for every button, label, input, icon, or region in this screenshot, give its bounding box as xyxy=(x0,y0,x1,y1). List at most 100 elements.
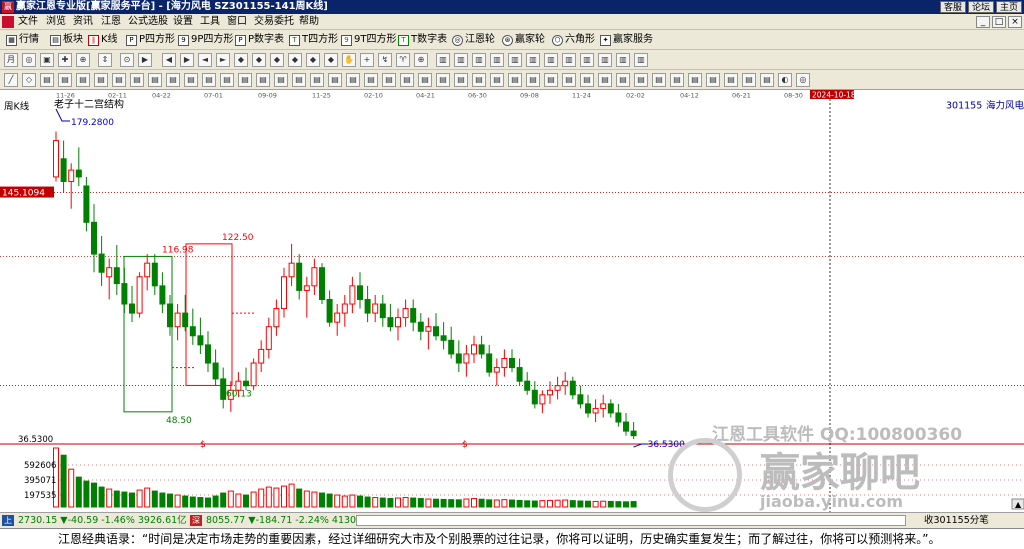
restore-button[interactable]: □ xyxy=(992,16,1006,28)
tool-17-icon[interactable]: ◆ xyxy=(306,53,320,67)
tool-21-icon[interactable]: ↯ xyxy=(378,53,392,67)
menu-gann[interactable]: 江恩 xyxy=(101,14,121,30)
toolbar-t-square-button[interactable]: T T四方形 xyxy=(289,33,338,47)
menu-help[interactable]: 帮助 xyxy=(299,14,319,30)
menu-window[interactable]: 窗口 xyxy=(227,14,247,30)
toolbar-winner-wheel-button[interactable]: ⊛ 赢家轮 xyxy=(502,33,545,47)
tool-b22-icon[interactable]: ▤ xyxy=(382,73,396,87)
tool-30-icon[interactable]: ▥ xyxy=(544,53,558,67)
toolbar-p-square-button[interactable]: P P四方形 xyxy=(126,33,175,47)
menu-logo-icon[interactable] xyxy=(2,16,14,28)
line-tool-icon[interactable]: ╱ xyxy=(4,73,18,87)
tool-b6-icon[interactable]: ▤ xyxy=(94,73,108,87)
tool-32-icon[interactable]: ▥ xyxy=(580,53,594,67)
tool-b27-icon[interactable]: ▤ xyxy=(472,73,486,87)
tool-b2-icon[interactable]: ◇ xyxy=(22,73,36,87)
tool-b39-icon[interactable]: ▤ xyxy=(688,73,702,87)
tool-b31-icon[interactable]: ▤ xyxy=(544,73,558,87)
toolbar-9t-square-button[interactable]: 9 9T四方形 xyxy=(341,33,396,47)
tool-24-icon[interactable]: ▥ xyxy=(436,53,450,67)
menu-news[interactable]: 资讯 xyxy=(73,14,93,30)
menu-trade[interactable]: 交易委托 xyxy=(254,14,294,30)
toolbar-p-table-button[interactable]: P P数字表 xyxy=(235,33,284,47)
tool-11-icon[interactable]: ◄ xyxy=(198,53,212,67)
period-icon[interactable]: 月 xyxy=(4,53,18,67)
tool-b20-icon[interactable]: ▤ xyxy=(346,73,360,87)
tool-35-icon[interactable]: ▥ xyxy=(634,53,648,67)
tool-15-icon[interactable]: ◆ xyxy=(270,53,284,67)
crosshair-icon[interactable]: + xyxy=(360,53,374,67)
tool-b30-icon[interactable]: ▤ xyxy=(526,73,540,87)
tool-34-icon[interactable]: ▥ xyxy=(616,53,630,67)
tool-b14-icon[interactable]: ▤ xyxy=(238,73,252,87)
tool-12-icon[interactable]: ► xyxy=(216,53,230,67)
tool-13-icon[interactable]: ◆ xyxy=(234,53,248,67)
tool-27-icon[interactable]: ▥ xyxy=(490,53,504,67)
tool-b15-icon[interactable]: ▤ xyxy=(256,73,270,87)
tool-8-icon[interactable]: ▶ xyxy=(138,53,152,67)
tool-b7-icon[interactable]: ▤ xyxy=(112,73,126,87)
tool-b45-icon[interactable]: ◎ xyxy=(796,73,810,87)
tool-b42-icon[interactable]: ▤ xyxy=(742,73,756,87)
tool-b32-icon[interactable]: ▤ xyxy=(562,73,576,87)
horizontal-scrollbar[interactable] xyxy=(356,515,906,526)
tool-b3-icon[interactable]: ▤ xyxy=(40,73,54,87)
tool-18-icon[interactable]: ◆ xyxy=(324,53,338,67)
tool-b12-icon[interactable]: ▤ xyxy=(202,73,216,87)
menu-tools[interactable]: 工具 xyxy=(200,14,220,30)
tool-b41-icon[interactable]: ▤ xyxy=(724,73,738,87)
tool-2-icon[interactable]: ◎ xyxy=(22,53,36,67)
tool-b5-icon[interactable]: ▤ xyxy=(76,73,90,87)
toolbar-t-table-button[interactable]: T T数字表 xyxy=(398,33,447,47)
minimize-button[interactable]: _ xyxy=(976,16,990,28)
tool-b25-icon[interactable]: ▤ xyxy=(436,73,450,87)
tool-29-icon[interactable]: ▥ xyxy=(526,53,540,67)
tool-b37-icon[interactable]: ▤ xyxy=(652,73,666,87)
tool-b10-icon[interactable]: ▤ xyxy=(166,73,180,87)
tool-b38-icon[interactable]: ▤ xyxy=(670,73,684,87)
tool-b29-icon[interactable]: ▤ xyxy=(508,73,522,87)
tool-26-icon[interactable]: ▥ xyxy=(472,53,486,67)
tool-5-icon[interactable]: ⊕ xyxy=(76,53,90,67)
tool-4-icon[interactable]: ✚ xyxy=(58,53,72,67)
tool-b24-icon[interactable]: ▤ xyxy=(418,73,432,87)
tool-b11-icon[interactable]: ▤ xyxy=(184,73,198,87)
menu-settings[interactable]: 设置 xyxy=(173,14,193,30)
menu-browse[interactable]: 浏览 xyxy=(46,14,66,30)
sh-index-icon[interactable]: 上 xyxy=(2,515,14,526)
tool-b19-icon[interactable]: ▤ xyxy=(328,73,342,87)
tool-6-icon[interactable]: ⇕ xyxy=(98,53,112,67)
toolbar-gann-wheel-button[interactable]: ◎ 江恩轮 xyxy=(452,33,495,47)
tool-b23-icon[interactable]: ▤ xyxy=(400,73,414,87)
tool-25-icon[interactable]: ▥ xyxy=(454,53,468,67)
tool-b16-icon[interactable]: ▤ xyxy=(274,73,288,87)
tool-b26-icon[interactable]: ▤ xyxy=(454,73,468,87)
toolbar-service-button[interactable]: ✦ 赢家服务 xyxy=(600,33,653,47)
menu-file[interactable]: 文件 xyxy=(18,14,38,30)
link-home[interactable]: 主页 xyxy=(995,1,1022,13)
tool-b36-icon[interactable]: ▤ xyxy=(634,73,648,87)
tool-b17-icon[interactable]: ▤ xyxy=(292,73,306,87)
tool-33-icon[interactable]: ▥ xyxy=(598,53,612,67)
toolbar-9p-square-button[interactable]: 9 9P四方形 xyxy=(178,33,233,47)
tool-b43-icon[interactable]: ▤ xyxy=(760,73,774,87)
tool-b4-icon[interactable]: ▤ xyxy=(58,73,72,87)
link-customer-service[interactable]: 客服 xyxy=(939,1,966,13)
tool-28-icon[interactable]: ▥ xyxy=(508,53,522,67)
toolbar-kline-button[interactable]: ∥ K线 xyxy=(88,33,118,47)
tool-b44-icon[interactable]: ◐ xyxy=(778,73,792,87)
hand-tool-icon[interactable]: ✋ xyxy=(342,53,356,67)
tool-b28-icon[interactable]: ▤ xyxy=(490,73,504,87)
menu-formula[interactable]: 公式选股 xyxy=(128,14,168,30)
tool-b8-icon[interactable]: ▤ xyxy=(130,73,144,87)
tool-b21-icon[interactable]: ▤ xyxy=(364,73,378,87)
link-forum[interactable]: 论坛 xyxy=(967,1,994,13)
tool-14-icon[interactable]: ◆ xyxy=(252,53,266,67)
tool-b40-icon[interactable]: ▤ xyxy=(706,73,720,87)
tool-16-icon[interactable]: ◆ xyxy=(288,53,302,67)
tool-7-icon[interactable]: ⊙ xyxy=(120,53,134,67)
tool-b33-icon[interactable]: ▤ xyxy=(580,73,594,87)
tool-b9-icon[interactable]: ▤ xyxy=(148,73,162,87)
toolbar-quotes-button[interactable]: ▦ 行情 xyxy=(6,33,39,47)
close-button[interactable]: × xyxy=(1008,16,1022,28)
